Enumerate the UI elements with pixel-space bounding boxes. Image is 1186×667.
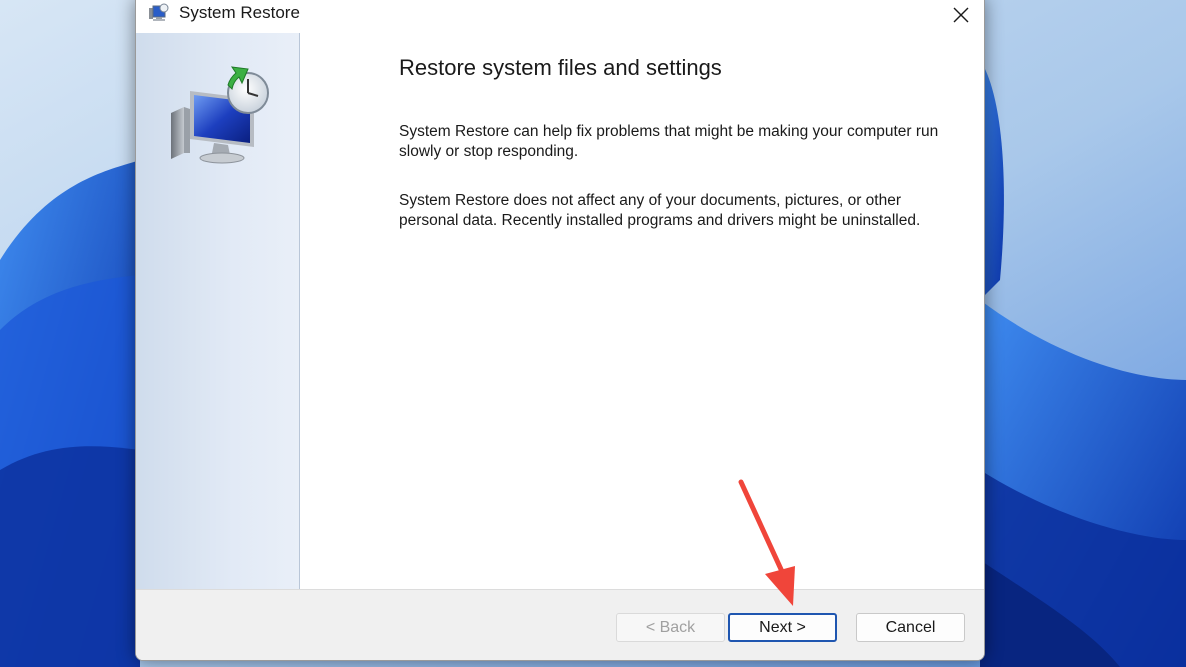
cancel-button[interactable]: Cancel <box>856 613 965 642</box>
close-button[interactable] <box>938 0 984 31</box>
back-button[interactable]: < Back <box>616 613 725 642</box>
title-bar: System Restore <box>136 0 984 33</box>
system-restore-dialog: System Restore Restore system files and … <box>135 0 985 661</box>
wizard-footer: < Back Next > Cancel <box>136 589 984 660</box>
system-restore-icon <box>149 3 169 21</box>
wizard-side-panel <box>136 33 300 589</box>
description-paragraph-2: System Restore does not affect any of yo… <box>399 192 921 229</box>
description-paragraph-1: System Restore can help fix problems tha… <box>399 123 939 160</box>
page-heading: Restore system files and settings <box>399 55 722 80</box>
window-title: System Restore <box>179 3 300 22</box>
close-icon <box>953 7 969 23</box>
wizard-content: Restore system files and settings System… <box>300 33 984 589</box>
system-restore-monitor-clock-icon <box>171 66 269 164</box>
next-button[interactable]: Next > <box>728 613 837 642</box>
